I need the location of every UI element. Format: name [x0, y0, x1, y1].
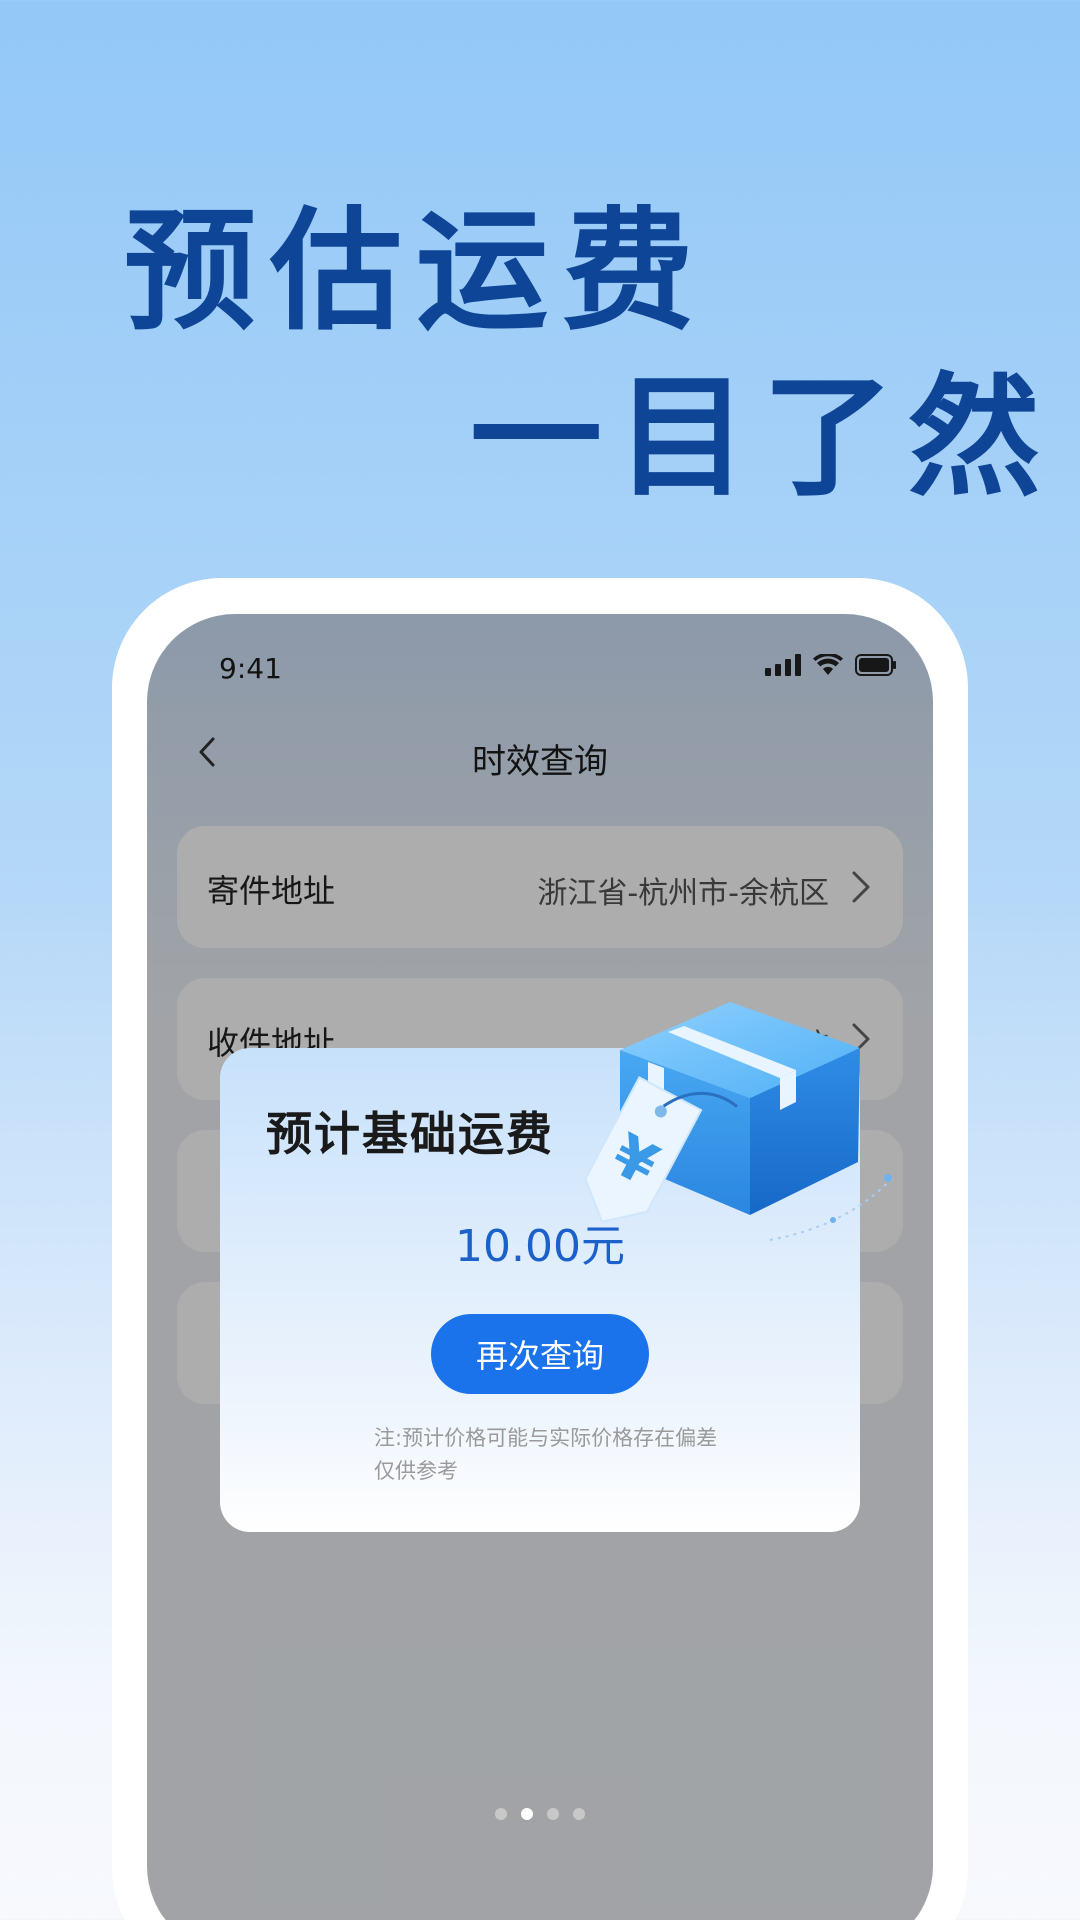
page-dot: [547, 1808, 559, 1820]
package-box-icon: ¥: [584, 1002, 896, 1241]
query-again-button[interactable]: 再次查询: [431, 1314, 649, 1394]
headline-line-2: 一目了然: [470, 361, 1054, 515]
page-dot: [573, 1808, 585, 1820]
page-indicator: [147, 1808, 933, 1820]
modal-title: 预计基础运费: [266, 1107, 554, 1161]
headline-line-1: 预估运费: [124, 195, 708, 349]
page-dot-active: [521, 1808, 533, 1820]
page-dot: [495, 1808, 507, 1820]
disclaimer-note: 注:预计价格可能与实际价格存在偏差仅供参考: [374, 1426, 718, 1483]
